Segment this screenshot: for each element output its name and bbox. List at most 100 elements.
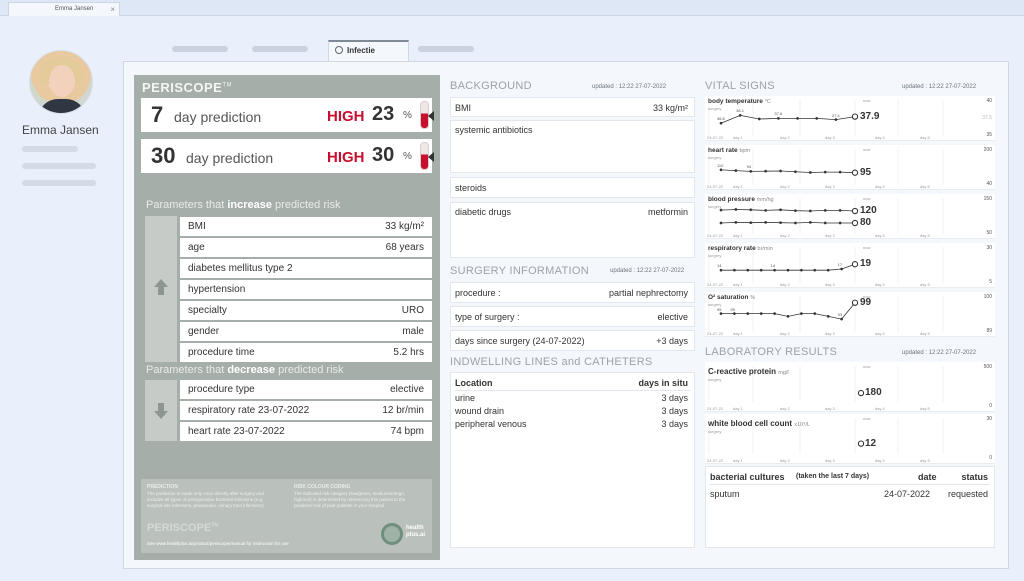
data-point: [732, 268, 736, 272]
data-point: [732, 312, 736, 316]
axis-day-label: day 2: [780, 135, 790, 140]
data-point: [794, 221, 797, 225]
param-value: 5.2 hrs: [393, 347, 424, 358]
data-point: [838, 221, 842, 225]
current-value: 180: [865, 387, 882, 399]
vital-sign-chart-3: respiratory rate br/min surgery now 19 14 14 1…: [705, 243, 995, 288]
data-point: [840, 317, 844, 321]
data-point-label: 14: [770, 263, 776, 269]
placeholder-line: [22, 180, 96, 186]
risk-unit: %: [403, 110, 412, 121]
surgery-key: days since surgery (24-07-2022): [455, 336, 585, 346]
data-point: [719, 208, 723, 212]
tab-infectie-label: Infectie: [347, 46, 376, 55]
axis-day-label: day 4: [875, 406, 885, 411]
decrease-title-b: decrease: [227, 364, 276, 376]
footer-brand: PERISCOPETM: [147, 522, 218, 534]
data-point: [786, 314, 790, 318]
axis-day-label: day 1: [733, 458, 743, 463]
browser-tab[interactable]: Emma Jansen ×: [8, 2, 120, 16]
vital-sign-chart-4: O² saturation % surgery now 99 95 95 93 100 89 24…: [705, 292, 995, 337]
line-days: 3 days: [661, 419, 688, 429]
axis-day-label: day 5: [920, 331, 930, 336]
prediction-7-day: 7 day prediction HIGH 23 %: [141, 98, 434, 132]
param-name: heart rate 23-07-2022: [188, 426, 285, 437]
line-location: wound drain: [455, 406, 505, 416]
lines-card: Location days in situ urine 3 days wound d…: [450, 372, 695, 548]
data-point: [794, 170, 797, 174]
tab-infectie[interactable]: Infectie: [328, 40, 409, 61]
nav-tab-placeholder[interactable]: [252, 46, 308, 52]
healthplus-logo-icon: [381, 523, 403, 545]
data-point: [794, 209, 797, 213]
scale-max: 150: [983, 196, 992, 202]
current-value-point: [851, 219, 859, 227]
data-point: [786, 268, 790, 272]
avatar: [29, 50, 93, 114]
infection-icon: [335, 46, 343, 54]
vital-sign-chart-2: blood pressure mm/hg surgery now 120 80 150 50…: [705, 194, 995, 239]
vital-sign-name: respiratory rate: [708, 245, 756, 252]
axis-day-label: day 4: [875, 184, 885, 189]
manual-link[interactable]: See www.healthplus.ai/product/periscope/…: [147, 541, 289, 546]
logo-text-line2: plus.ai: [406, 532, 426, 538]
lab-label: white blood cell count x10⁹/L: [708, 419, 810, 428]
nav-tab-placeholder[interactable]: [418, 46, 474, 52]
nav-tab-placeholder[interactable]: [172, 46, 228, 52]
culture-status: requested: [947, 489, 988, 499]
periscope-panel: PERISCOPETM 7 day prediction HIGH 23 % 3…: [134, 75, 440, 560]
lab-unit: mg/l: [778, 370, 789, 376]
vital-sign-label: respiratory rate br/min: [708, 245, 773, 252]
current-value: 19: [860, 258, 872, 270]
prediction-label: day prediction: [186, 150, 274, 166]
surgery-marker-label: surgery: [708, 204, 722, 209]
param-value: elective: [390, 384, 424, 395]
param-name: procedure time: [188, 347, 255, 358]
axis-start-date: 24-07-22: [707, 233, 724, 238]
current-value: 37.9: [860, 110, 880, 122]
param-name: diabetes mellitus type 2: [188, 263, 293, 274]
vital-sign-unit: br/min: [757, 246, 773, 252]
axis-day-label: day 4: [875, 135, 885, 140]
current-value-2: 80: [860, 217, 872, 228]
increase-title-a: Parameters that: [146, 199, 228, 211]
laboratory-title: LABORATORY RESULTS: [705, 346, 838, 358]
placeholder-line: [22, 146, 78, 152]
scale-max: 30: [986, 245, 992, 251]
data-point: [738, 113, 742, 117]
axis-day-label: day 4: [875, 282, 885, 287]
current-value: 12: [865, 437, 877, 449]
data-point: [813, 268, 817, 272]
periscope-brand-text: PERISCOPE: [142, 80, 223, 95]
data-point: [800, 312, 803, 316]
scale-max: 200: [983, 147, 992, 153]
healthplus-logo-text: health plus.ai: [406, 525, 425, 539]
axis-start-date: 24-07-22: [707, 282, 724, 287]
close-icon[interactable]: ×: [110, 5, 115, 14]
data-point: [757, 117, 761, 121]
lab-chart-0: C-reactive protein mg/l surgery now 180 500 0…: [705, 362, 995, 412]
prediction-heading: PREDICTION: [147, 484, 178, 490]
data-point: [808, 209, 812, 213]
prediction-30-day: 30 day prediction HIGH 30 %: [141, 139, 434, 173]
lab-chart-1: white blood cell count x10⁹/L surgery now 1…: [705, 414, 995, 464]
line-days: 3 days: [661, 406, 688, 416]
param-name: procedure type: [188, 384, 255, 395]
vital-sign-label: blood pressure mm/hg: [708, 196, 774, 203]
axis-day-label: day 1: [733, 135, 743, 140]
data-point: [777, 116, 780, 120]
data-point-label: 94: [746, 164, 752, 170]
axis-day-label: day 3: [825, 406, 835, 411]
vital-sign-label: O² saturation %: [708, 294, 755, 301]
vital-sign-name: body temperature: [708, 98, 763, 105]
data-point: [719, 121, 723, 125]
scale-min: 40: [986, 181, 992, 187]
data-point: [749, 208, 753, 212]
steroids-row: steroids: [450, 177, 695, 198]
surgery-value: +3 days: [656, 336, 688, 346]
param-row: BMI 33 kg/m²: [180, 217, 432, 236]
axis-day-label: day 2: [780, 458, 790, 463]
param-name: specialty: [188, 305, 227, 316]
current-value-point: [851, 207, 859, 215]
axis-day-label: day 3: [825, 184, 835, 189]
